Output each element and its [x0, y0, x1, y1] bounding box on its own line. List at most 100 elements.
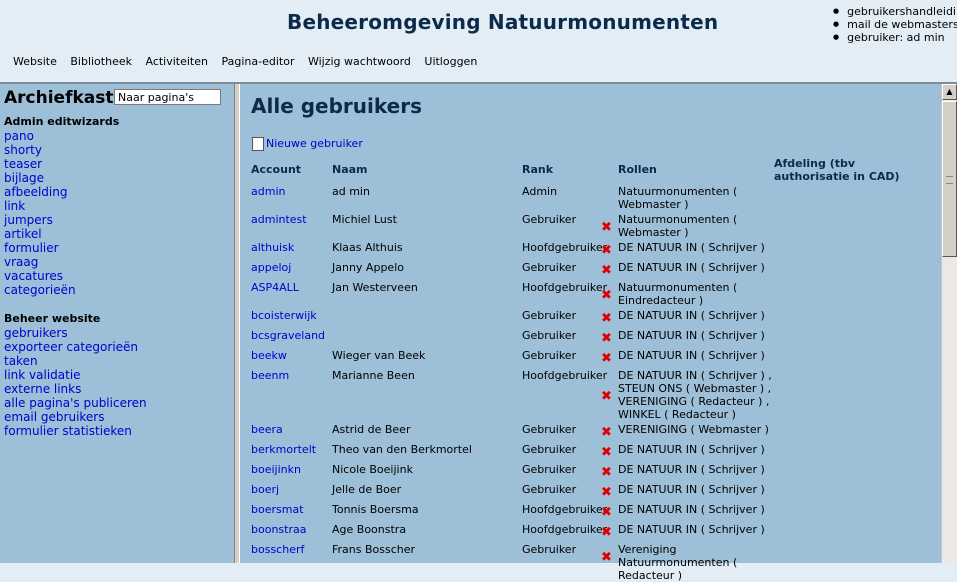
col-header-naam: Naam: [332, 163, 368, 176]
delete-icon[interactable]: ✖: [601, 445, 612, 460]
editwizard-item[interactable]: teaser: [4, 157, 76, 171]
user-roles: DE NATUUR IN ( Schrijver ): [618, 241, 765, 254]
delete-icon[interactable]: ✖: [601, 465, 612, 480]
delete-icon[interactable]: ✖: [601, 505, 612, 520]
account-link[interactable]: boersmat: [251, 503, 304, 516]
account-link[interactable]: bosscherf: [251, 543, 304, 556]
user-name: Astrid de Beer: [332, 423, 411, 436]
col-header-afdeling: Afdeling (tbv authorisatie in CAD): [774, 157, 900, 183]
delete-icon[interactable]: ✖: [601, 311, 612, 326]
account-link[interactable]: boerj: [251, 483, 279, 496]
user-roles: DE NATUUR IN ( Schrijver ): [618, 443, 765, 456]
beheer-item[interactable]: formulier statistieken: [4, 424, 147, 438]
editwizard-item[interactable]: jumpers: [4, 213, 76, 227]
delete-icon[interactable]: ✖: [601, 425, 612, 440]
sidebar: Archiefkast Naar pagina's Admin editwiza…: [0, 84, 234, 563]
beheer-item[interactable]: alle pagina's publiceren: [4, 396, 147, 410]
user-rank: Gebruiker: [522, 443, 577, 456]
user-roles: DE NATUUR IN ( Schrijver ): [618, 329, 765, 342]
account-link[interactable]: boonstraa: [251, 523, 306, 536]
account-link[interactable]: admintest: [251, 213, 307, 226]
editwizard-item[interactable]: pano: [4, 129, 76, 143]
section-beheer-website: Beheer website: [4, 312, 101, 325]
account-link[interactable]: berkmortelt: [251, 443, 316, 456]
user-rank: Gebruiker: [522, 261, 577, 274]
user-rank: Hoofdgebruiker: [522, 281, 608, 294]
user-rank: Gebruiker: [522, 543, 577, 556]
page-title: Alle gebruikers: [251, 94, 422, 118]
account-link[interactable]: boeijinkn: [251, 463, 301, 476]
account-link[interactable]: ASP4ALL: [251, 281, 299, 294]
account-link[interactable]: beekw: [251, 349, 287, 362]
nav-wijzig-wachtwoord[interactable]: Wijzig wachtwoord: [308, 55, 411, 68]
scroll-thumb[interactable]: [942, 101, 957, 257]
user-roles: Natuurmonumenten ( Eindredacteur ): [618, 281, 738, 307]
delete-icon[interactable]: ✖: [601, 525, 612, 540]
beheer-item[interactable]: email gebruikers: [4, 410, 147, 424]
link-gebruikershandleiding[interactable]: gebruikershandleiding: [833, 5, 957, 18]
editwizard-item[interactable]: formulier: [4, 241, 76, 255]
user-name: Tonnis Boersma: [332, 503, 419, 516]
account-link[interactable]: appeloj: [251, 261, 291, 274]
delete-icon[interactable]: ✖: [601, 389, 612, 404]
user-name: Frans Bosscher: [332, 543, 416, 556]
nav-activiteiten[interactable]: Activiteiten: [145, 55, 208, 68]
site-title: Beheeromgeving Natuurmonumenten: [287, 10, 719, 34]
nav-uitloggen[interactable]: Uitloggen: [424, 55, 477, 68]
editwizard-item[interactable]: bijlage: [4, 171, 76, 185]
col-header-rank: Rank: [522, 163, 554, 176]
new-document-icon: [252, 137, 264, 151]
beheer-item[interactable]: link validatie: [4, 368, 147, 382]
beheer-item[interactable]: gebruikers: [4, 326, 147, 340]
beheer-item[interactable]: exporteer categorieën: [4, 340, 147, 354]
delete-icon[interactable]: ✖: [601, 220, 612, 235]
user-rank: Hoofdgebruiker: [522, 241, 608, 254]
nav-website[interactable]: Website: [13, 55, 57, 68]
grip-icon: [946, 176, 953, 184]
user-name: Theo van den Berkmortel: [332, 443, 472, 456]
user-rank: Gebruiker: [522, 463, 577, 476]
editwizard-item[interactable]: afbeelding: [4, 185, 76, 199]
account-link[interactable]: admin: [251, 185, 285, 198]
editwizard-item[interactable]: vacatures: [4, 269, 76, 283]
editwizard-item[interactable]: artikel: [4, 227, 76, 241]
account-link[interactable]: beera: [251, 423, 283, 436]
account-link[interactable]: bcoisterwijk: [251, 309, 317, 322]
account-link[interactable]: beenm: [251, 369, 289, 382]
new-user-link[interactable]: Nieuwe gebruiker: [252, 137, 363, 151]
account-link[interactable]: bcsgraveland: [251, 329, 325, 342]
user-roles: VERENIGING ( Webmaster ): [618, 423, 769, 436]
user-rank: Hoofdgebruiker: [522, 523, 608, 536]
delete-icon[interactable]: ✖: [601, 263, 612, 278]
beheer-item[interactable]: externe links: [4, 382, 147, 396]
user-roles: DE NATUUR IN ( Schrijver ): [618, 463, 765, 476]
link-mail-webmasters[interactable]: mail de webmasters: [833, 18, 957, 31]
user-roles: DE NATUUR IN ( Schrijver ): [618, 523, 765, 536]
editwizard-item[interactable]: link: [4, 199, 76, 213]
account-link[interactable]: althuisk: [251, 241, 294, 254]
delete-icon[interactable]: ✖: [601, 288, 612, 303]
editwizard-item[interactable]: categorieën: [4, 283, 76, 297]
delete-icon[interactable]: ✖: [601, 351, 612, 366]
new-user-label: Nieuwe gebruiker: [266, 137, 363, 150]
user-name: Janny Appelo: [332, 261, 404, 274]
nav-bibliotheek[interactable]: Bibliotheek: [70, 55, 132, 68]
scroll-up-arrow-icon[interactable]: ▲: [942, 84, 957, 100]
page-search-input[interactable]: Naar pagina's: [114, 89, 221, 105]
delete-icon[interactable]: ✖: [601, 243, 612, 258]
delete-icon[interactable]: ✖: [601, 331, 612, 346]
user-rank: Admin: [522, 185, 558, 198]
beheer-item[interactable]: taken: [4, 354, 147, 368]
editwizard-item[interactable]: vraag: [4, 255, 76, 269]
user-name: Klaas Althuis: [332, 241, 403, 254]
editwizard-item[interactable]: shorty: [4, 143, 76, 157]
user-name: Wieger van Beek: [332, 349, 426, 362]
beheer-list: gebruikers exporteer categorieën taken link…: [4, 326, 147, 438]
current-user: gebruiker: ad min: [833, 31, 957, 44]
user-rank: Hoofdgebruiker: [522, 503, 608, 516]
section-admin-editwizards: Admin editwizards: [4, 115, 120, 128]
vertical-scrollbar[interactable]: ▲: [941, 84, 957, 563]
user-name: Marianne Been: [332, 369, 415, 382]
nav-pagina-editor[interactable]: Pagina-editor: [222, 55, 295, 68]
delete-icon[interactable]: ✖: [601, 485, 612, 500]
